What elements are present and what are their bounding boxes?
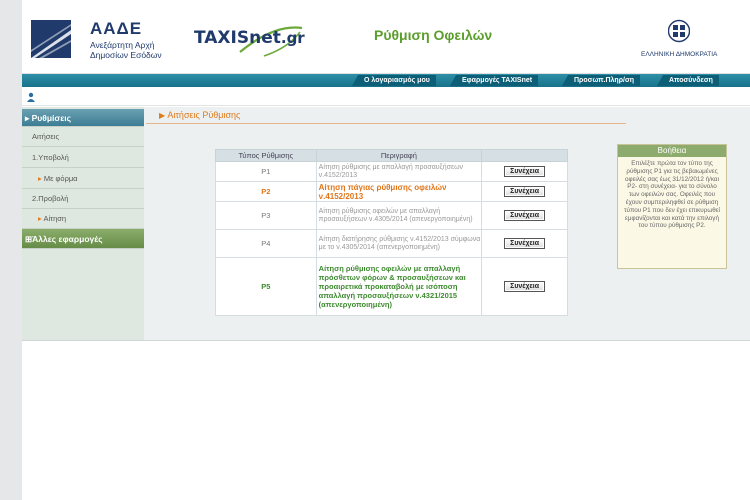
table-row: P3 Αίτηση ρύθμισης οφειλών με απαλλαγή π…: [215, 201, 568, 230]
content-bottom-divider: [22, 340, 750, 341]
sidebar-item-submission[interactable]: 1.Υποβολή: [22, 147, 144, 168]
row-description: Αίτηση ρύθμισης με απαλλαγή προσαυξήσεων…: [315, 161, 483, 182]
gov-label: ΕΛΛΗΝΙΚΗ ΔΗΜΟΚΡΑΤΙΑ: [641, 51, 718, 58]
row-type: P5: [215, 257, 317, 316]
row-type: P1: [215, 161, 317, 182]
sidebar-item-label: 1.Υποβολή: [32, 153, 69, 162]
table-row: P2 Αίτηση πάγιας ρύθμισης οφειλών ν.4152…: [215, 181, 568, 202]
sidebar-item-label: Άλλες εφαρμογές: [32, 234, 103, 244]
breadcrumb-label: Αιτήσεις Ρύθμισης: [167, 110, 241, 120]
table-row: P5 Αίτηση ρύθμισης οφειλών με απαλλαγή π…: [215, 257, 568, 316]
sidebar-item-with-form[interactable]: ▸ Με φόρμα: [22, 168, 144, 189]
continue-button-p1[interactable]: Συνέχεια: [504, 166, 546, 177]
table-row: P4 Αίτηση διατήρησης ρύθμισης ν.4152/201…: [215, 229, 568, 258]
sidebar: ▸ Ρυθμίσεις Αιτήσεις 1.Υποβολή ▸ Με φόρμ…: [22, 107, 144, 340]
taxisnet-name: TAXISnet: [194, 28, 281, 48]
row-description: Αίτηση διατήρησης ρύθμισης ν.4152/2013 σ…: [315, 229, 483, 258]
sidebar-item-view[interactable]: 2.Προβολή: [22, 189, 144, 209]
settlement-types-table: Τύπος Ρύθμισης Περιγραφή P1 Αίτηση ρύθμι…: [215, 149, 568, 316]
help-text: Επιλέξτε πρώτα τον τύπο της ρύθμισης P1 …: [624, 160, 720, 230]
row-description: Αίτηση πάγιας ρύθμισης οφειλών ν.4152/20…: [315, 181, 483, 202]
breadcrumb-divider: [146, 123, 626, 124]
sidebar-item-requests[interactable]: Αιτήσεις: [22, 127, 144, 147]
aade-title: ΑΑΔΕ: [90, 19, 143, 38]
taxisnet-logo[interactable]: TAXISnet.gr: [194, 28, 305, 48]
row-type: P4: [215, 229, 317, 258]
help-title: Βοήθεια: [618, 145, 726, 157]
row-description: Αίτηση ρύθμισης οφειλών με απαλλαγή προσ…: [315, 201, 483, 230]
sidebar-item-label: Με φόρμα: [43, 174, 78, 183]
help-panel: Βοήθεια Επιλέξτε πρώτα τον τύπο της ρύθμ…: [617, 144, 727, 269]
table-header-row: Τύπος Ρύθμισης Περιγραφή: [215, 149, 568, 162]
sidebar-item-label: 2.Προβολή: [32, 194, 69, 203]
user-strip: [22, 87, 750, 106]
sidebar-item-other-apps[interactable]: ⊞Άλλες εφαρμογές: [22, 229, 144, 249]
menu-logout[interactable]: Αποσύνδεση: [657, 75, 719, 86]
page-heading: Ρύθμιση Οφειλών: [374, 27, 493, 43]
menu-personal-info[interactable]: Προσωπ.Πληρ/ση: [561, 75, 641, 86]
taxisnet-suffix: .gr: [280, 29, 305, 47]
menu-my-account[interactable]: Ο λογαριασμός μου: [352, 75, 436, 86]
sidebar-item-label: Αίτηση: [43, 214, 67, 223]
continue-button-p2[interactable]: Συνέχεια: [504, 186, 546, 197]
menu-taxisnet-apps[interactable]: Εφαρμογές TAXISnet: [449, 75, 539, 86]
table-row: P1 Αίτηση ρύθμισης με απαλλαγή προσαυξήσ…: [215, 161, 568, 182]
column-header-action: [481, 149, 568, 162]
aade-logo-icon[interactable]: [31, 20, 71, 58]
chevron-right-icon: ▸: [25, 113, 32, 123]
user-icon[interactable]: [26, 92, 36, 102]
aade-subtitle-line1: Ανεξάρτητη Αρχή: [90, 40, 155, 50]
continue-button-p4[interactable]: Συνέχεια: [504, 238, 546, 249]
continue-button-p3[interactable]: Συνέχεια: [504, 210, 546, 221]
page: ΑΑΔΕ Ανεξάρτητη Αρχή Δημοσίων Εσόδων TAX…: [22, 0, 750, 500]
sidebar-item-settlements[interactable]: ▸ Ρυθμίσεις: [22, 109, 144, 127]
row-type: P2: [215, 181, 317, 202]
column-header-type: Τύπος Ρύθμισης: [215, 149, 317, 162]
sidebar-item-request[interactable]: ▸ Αίτηση: [22, 209, 144, 229]
sidebar-item-label: Αιτήσεις: [32, 132, 60, 141]
aade-subtitle-line2: Δημοσίων Εσόδων: [90, 50, 162, 60]
column-header-description: Περιγραφή: [315, 149, 483, 162]
row-type: P3: [215, 201, 317, 230]
row-description: Αίτηση ρύθμισης οφειλών με απαλλαγή πρόσ…: [315, 257, 483, 316]
breadcrumb: ▶ Αιτήσεις Ρύθμισης: [159, 110, 240, 120]
greek-emblem-icon: [668, 19, 690, 43]
header: ΑΑΔΕ Ανεξάρτητη Αρχή Δημοσίων Εσόδων TAX…: [22, 0, 750, 74]
continue-button-p5[interactable]: Συνέχεια: [504, 281, 546, 292]
sidebar-item-label: Ρυθμίσεις: [31, 113, 72, 123]
